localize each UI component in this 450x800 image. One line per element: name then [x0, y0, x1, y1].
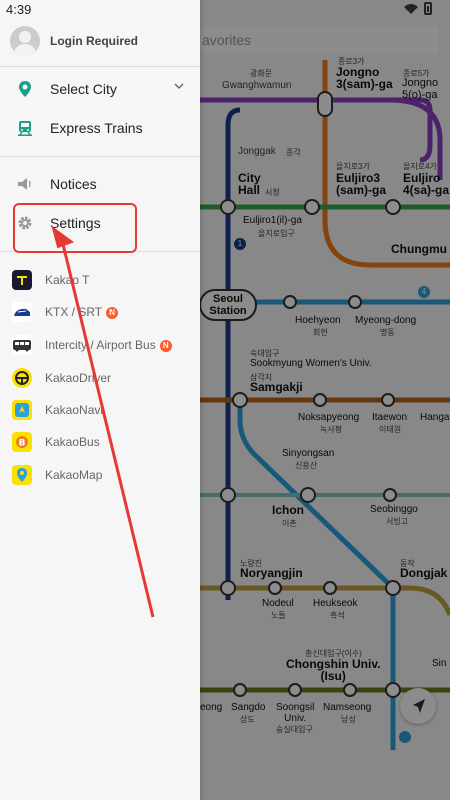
speaker-icon — [18, 178, 31, 190]
app-label-ktx-srt-text: KTX / SRT — [45, 305, 103, 319]
menu-label-notices: Notices — [50, 176, 97, 192]
login-label: Login Required — [50, 34, 138, 48]
app-item-kakao-navi[interactable]: KakaoNavi — [0, 396, 200, 426]
svg-text:B: B — [19, 439, 26, 449]
new-badge: N — [106, 307, 119, 319]
status-bar: 4:39 — [0, 0, 450, 20]
app-label-kakao-map: KakaoMap — [45, 468, 103, 482]
ktx-train-icon — [12, 302, 32, 322]
app-label-kakao-bus: KakaoBus — [45, 435, 100, 449]
app-item-intercity-bus[interactable]: Intercity / Airport Bus N — [0, 331, 200, 361]
new-badge: N — [159, 340, 172, 352]
app-label-intercity-bus-text: Intercity / Airport Bus — [45, 338, 156, 352]
kakao-t-icon — [12, 270, 32, 290]
app-label-kakao-navi: KakaoNavi — [45, 403, 104, 417]
navigation-drawer: Login Required Select City Express Train… — [0, 0, 200, 800]
app-label-kakao-driver: KakaoDriver — [45, 371, 112, 385]
status-time: 4:39 — [6, 2, 32, 17]
app-item-ktx-srt[interactable]: KTX / SRT N — [0, 298, 200, 328]
bus-icon — [12, 335, 32, 355]
app-item-kakao-map[interactable]: KakaoMap — [0, 461, 200, 491]
app-label-ktx-srt: KTX / SRT N — [45, 305, 119, 319]
menu-label-express-trains: Express Trains — [50, 120, 143, 136]
menu-item-express-trains[interactable]: Express Trains — [0, 109, 200, 149]
menu-item-select-city[interactable]: Select City — [0, 70, 200, 110]
map-pin-icon — [12, 465, 32, 485]
app-item-kakao-t[interactable]: Kakao T — [0, 266, 200, 296]
app-item-kakao-bus[interactable]: B KakaoBus — [0, 428, 200, 458]
navigation-icon — [12, 400, 32, 420]
menu-label-select-city: Select City — [50, 81, 117, 97]
login-row[interactable]: Login Required — [0, 22, 200, 60]
chevron-down-icon — [174, 83, 184, 89]
kakao-bus-icon: B — [12, 432, 32, 452]
location-pin-icon — [19, 81, 31, 97]
app-item-kakao-driver[interactable]: KakaoDriver — [0, 364, 200, 394]
divider — [0, 66, 200, 67]
divider — [0, 156, 200, 157]
avatar — [10, 26, 40, 56]
wifi-icon — [404, 3, 418, 14]
settings-highlight-box — [13, 203, 137, 253]
app-label-intercity-bus: Intercity / Airport Bus N — [45, 338, 172, 352]
menu-item-notices[interactable]: Notices — [0, 165, 200, 205]
app-label-kakao-t: Kakao T — [45, 273, 90, 287]
steering-wheel-icon — [12, 368, 32, 388]
train-icon — [18, 121, 32, 136]
battery-icon — [424, 2, 432, 15]
